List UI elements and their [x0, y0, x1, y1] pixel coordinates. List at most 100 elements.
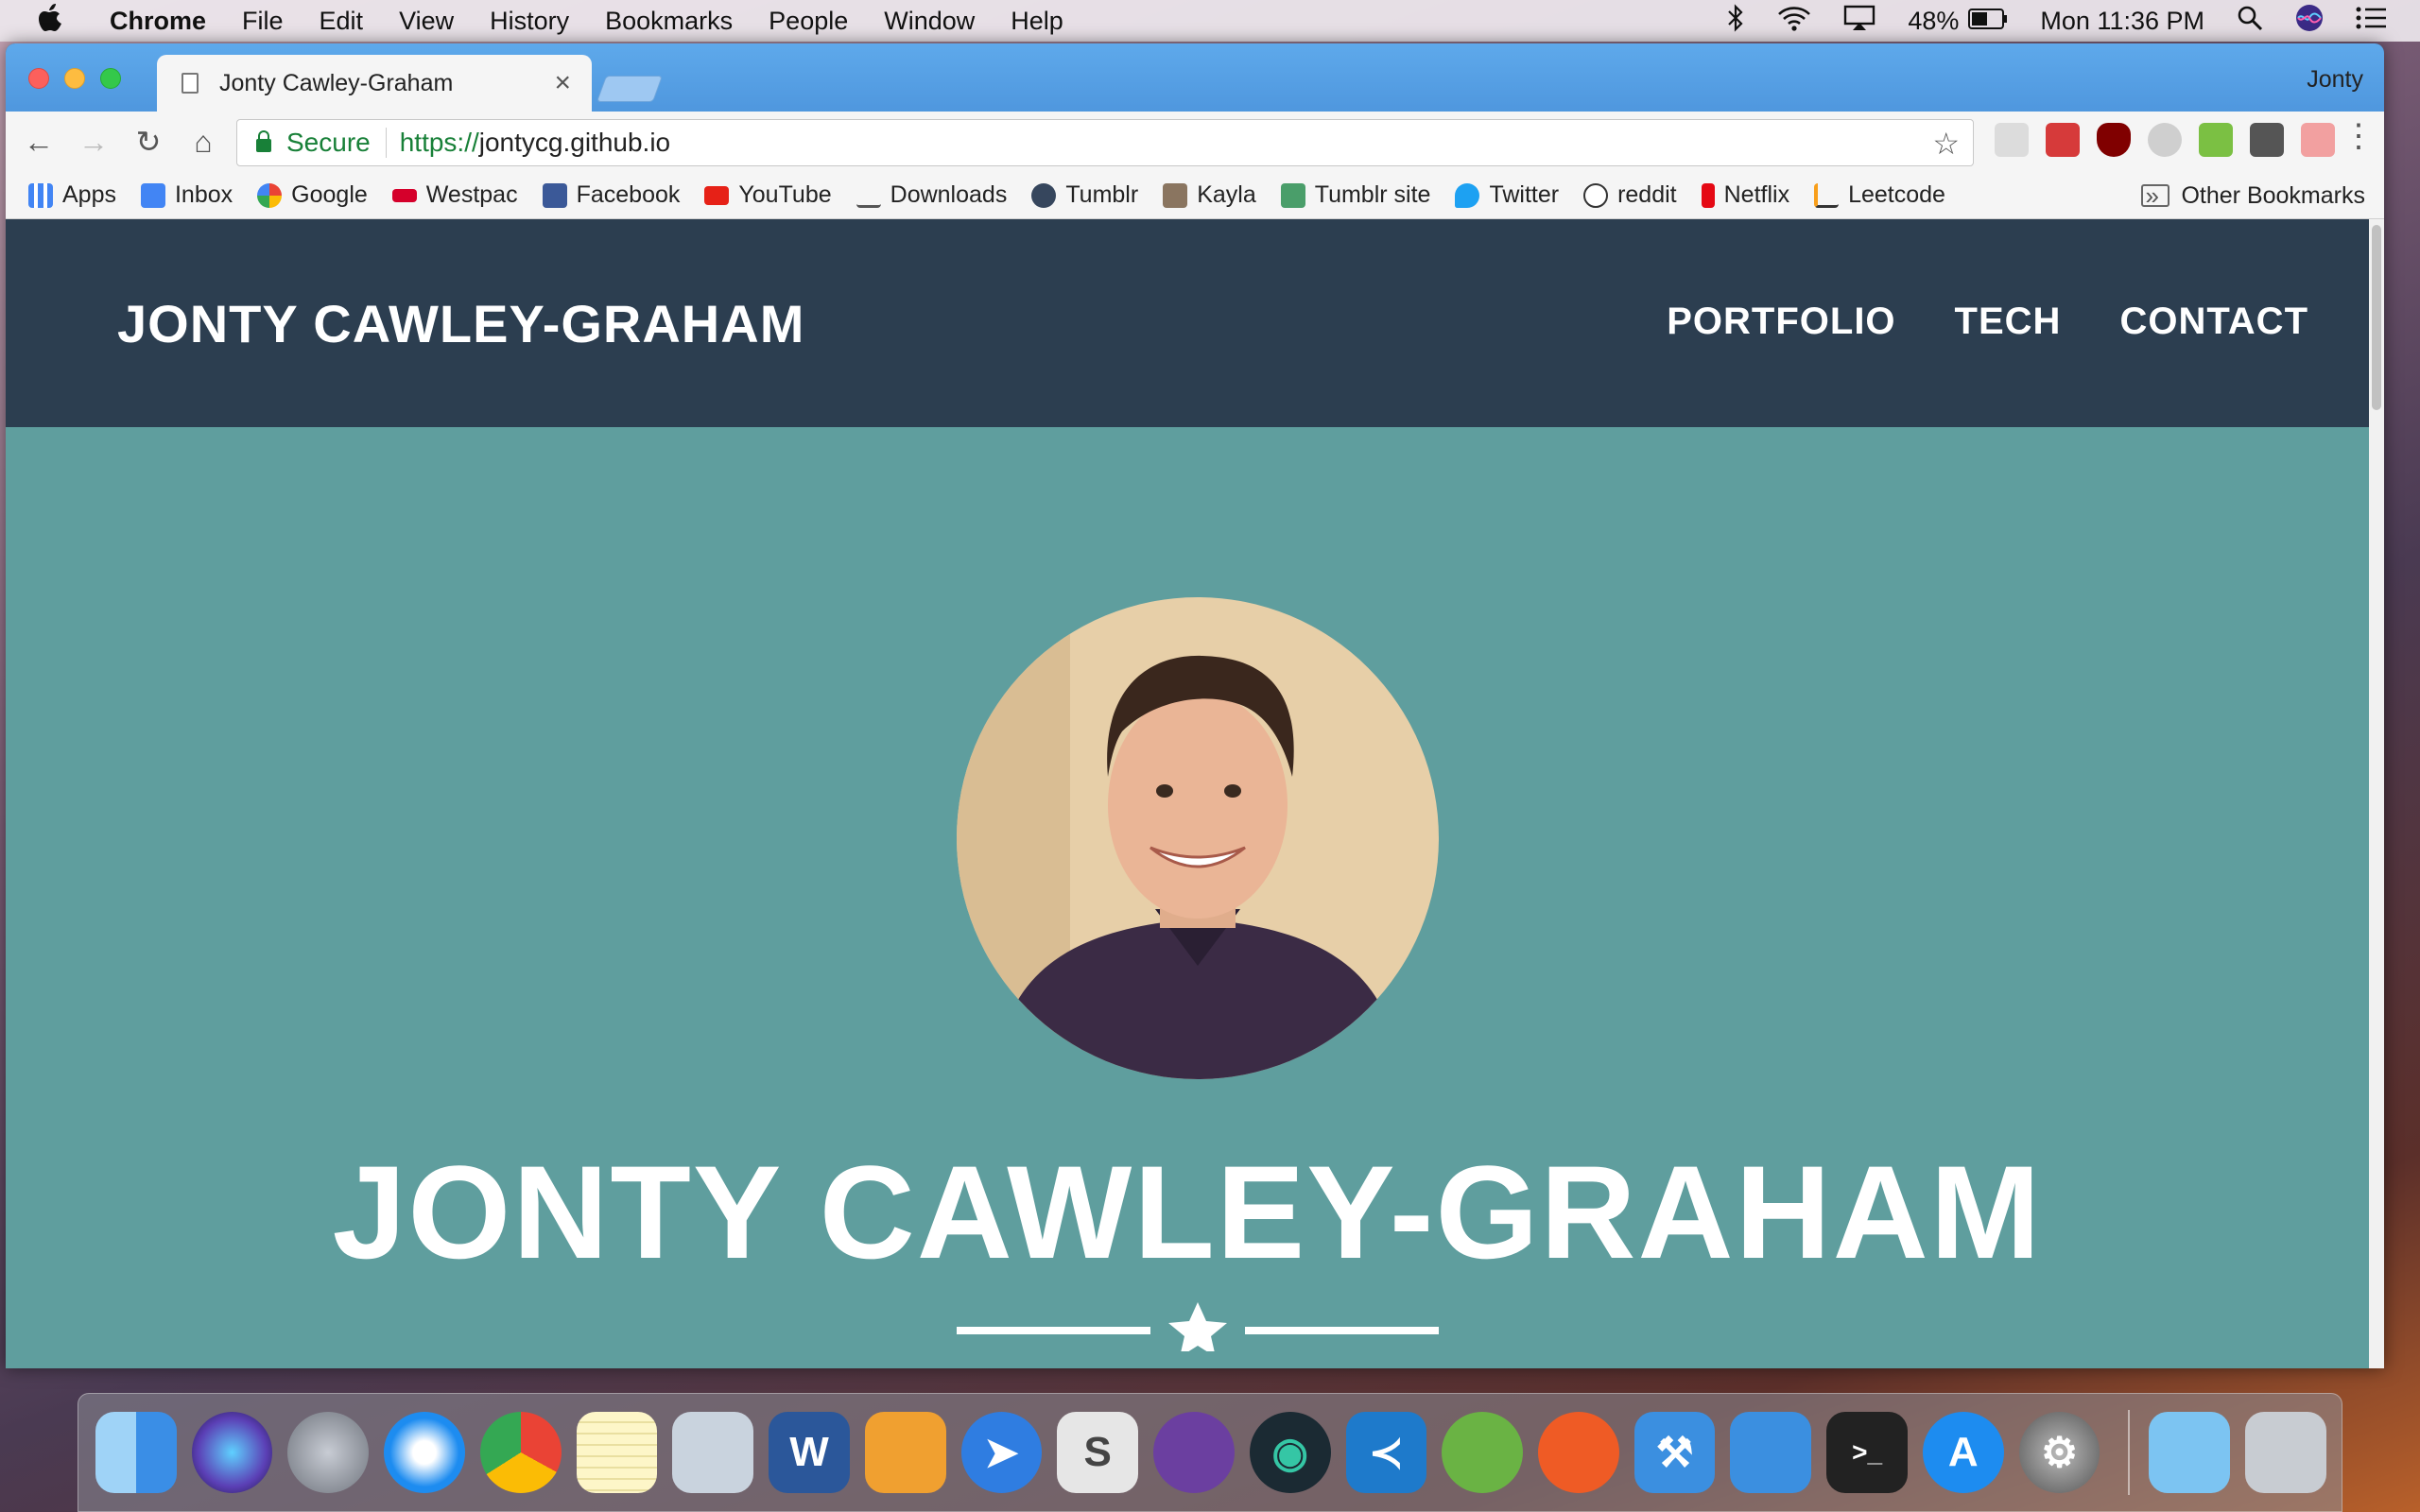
forward-icon[interactable]: →	[72, 125, 115, 160]
home-icon[interactable]: ⌂	[182, 125, 225, 160]
spotlight-search-icon[interactable]	[2237, 5, 2263, 38]
profile-button[interactable]: Jonty	[2307, 66, 2363, 94]
page-icon	[182, 73, 199, 94]
bookmark-kayla[interactable]: Kayla	[1163, 181, 1256, 209]
site-brand[interactable]: JONTY CAWLEY-GRAHAM	[117, 293, 804, 354]
secure-label[interactable]: Secure	[286, 128, 371, 158]
bookmark-twitter[interactable]: Twitter	[1455, 181, 1559, 209]
battery-icon[interactable]	[1968, 7, 2008, 36]
new-tab-button[interactable]	[596, 76, 664, 102]
bookmark-apps[interactable]: Apps	[28, 181, 116, 209]
green-extension-icon[interactable]	[2199, 123, 2233, 157]
menu-app-name[interactable]: Chrome	[110, 7, 206, 36]
tumblr-icon	[1031, 182, 1057, 208]
menubar-clock[interactable]: Mon 11:36 PM	[2040, 7, 2204, 36]
airplay-icon[interactable]	[1843, 5, 1876, 38]
dock: W ➤ S ◉ ≺ ⚒ >_ A ⚙	[78, 1393, 2342, 1512]
system-preferences-icon[interactable]: ⚙	[2018, 1412, 2100, 1493]
siri-icon[interactable]	[191, 1412, 273, 1493]
pen-app-icon[interactable]	[1153, 1412, 1235, 1493]
extensions	[1995, 123, 2335, 157]
preview-icon[interactable]	[672, 1412, 754, 1493]
app-store-icon[interactable]: A	[1922, 1412, 2004, 1493]
trash-icon[interactable]	[2245, 1412, 2326, 1493]
chrome-icon[interactable]	[479, 1412, 562, 1493]
folder-icon	[2141, 184, 2170, 207]
bookmarks-bar: Apps Inbox Google Westpac Facebook YouTu…	[6, 172, 2384, 219]
lastpass-extension-icon[interactable]	[2046, 123, 2080, 157]
youtube-icon	[704, 185, 730, 205]
bookmark-westpac[interactable]: Westpac	[391, 181, 518, 209]
close-tab-icon[interactable]: ×	[554, 67, 571, 99]
url-scheme[interactable]: https://	[400, 128, 479, 158]
bookmark-netflix[interactable]: Netflix	[1701, 181, 1789, 209]
ublock-extension-icon[interactable]	[2097, 123, 2131, 157]
bookmark-inbox[interactable]: Inbox	[140, 181, 233, 209]
battery-percent[interactable]: 48%	[1908, 7, 1959, 36]
menu-window[interactable]: Window	[884, 7, 975, 36]
bookmark-tumblr-site[interactable]: Tumblr site	[1280, 181, 1430, 209]
zoom-window-button[interactable]	[100, 68, 121, 89]
tab-title: Jonty Cawley-Graham	[219, 69, 454, 96]
bluetooth-icon[interactable]	[1726, 3, 1745, 39]
menu-view[interactable]: View	[399, 7, 454, 36]
gitkraken-icon[interactable]: ◉	[1249, 1412, 1331, 1493]
bookmark-leetcode[interactable]: Leetcode	[1814, 181, 1945, 209]
back-icon[interactable]: ←	[17, 125, 60, 160]
xcode-icon[interactable]: ⚒	[1634, 1412, 1716, 1493]
minimize-window-button[interactable]	[64, 68, 85, 89]
tab-active[interactable]: Jonty Cawley-Graham ×	[157, 55, 592, 112]
pocket-extension-icon[interactable]	[2250, 123, 2284, 157]
bookmark-star-icon[interactable]: ☆	[1932, 126, 1960, 162]
folder-icon[interactable]	[2149, 1412, 2231, 1493]
bookmark-reddit[interactable]: reddit	[1583, 181, 1677, 209]
simulator-icon[interactable]	[1730, 1412, 1812, 1493]
word-icon[interactable]: W	[769, 1412, 850, 1493]
menu-history[interactable]: History	[490, 7, 569, 36]
nav-contact[interactable]: CONTACT	[2119, 301, 2308, 343]
other-bookmarks[interactable]: Other Bookmarks	[2141, 172, 2365, 219]
menu-file[interactable]: File	[242, 7, 284, 36]
bookmark-tumblr[interactable]: Tumblr	[1031, 181, 1138, 209]
bookmark-downloads[interactable]: Downloads	[856, 181, 1007, 209]
menu-edit[interactable]: Edit	[320, 7, 364, 36]
reload-icon[interactable]: ↻	[127, 124, 170, 160]
css-extension-icon[interactable]	[1995, 123, 2029, 157]
address-bar[interactable]: Secure https://jontycg.github.io ☆	[236, 119, 1974, 166]
launchpad-icon[interactable]	[287, 1412, 370, 1493]
siri-menu-icon[interactable]	[2295, 4, 2324, 39]
vscode-icon[interactable]: ≺	[1345, 1412, 1427, 1493]
nav-tech[interactable]: TECH	[1955, 301, 2062, 343]
apple-icon[interactable]	[38, 3, 68, 40]
notes-icon[interactable]	[576, 1412, 658, 1493]
url-host[interactable]: jontycg.github.io	[479, 128, 670, 158]
slack-icon[interactable]: S	[1057, 1412, 1139, 1493]
inbox-icon	[140, 182, 165, 208]
bookmark-google[interactable]: Google	[257, 181, 368, 209]
chrome-menu-icon[interactable]: ⋮	[2342, 117, 2375, 155]
postman-icon[interactable]	[1538, 1412, 1619, 1493]
red-extension-icon[interactable]	[2301, 123, 2335, 157]
terminal-icon[interactable]: >_	[1826, 1412, 1908, 1493]
lock-icon[interactable]	[256, 130, 271, 152]
reddit-icon	[1583, 182, 1609, 208]
safari-icon[interactable]	[384, 1412, 465, 1493]
profile-photo	[957, 597, 1439, 1079]
scrollbar-thumb[interactable]	[2372, 225, 2381, 410]
android-studio-icon[interactable]	[1442, 1412, 1524, 1493]
menu-bookmarks[interactable]: Bookmarks	[605, 7, 733, 36]
bookmark-youtube[interactable]: YouTube	[704, 181, 832, 209]
wifi-icon[interactable]	[1777, 5, 1811, 38]
menu-people[interactable]: People	[769, 7, 848, 36]
nav-portfolio[interactable]: PORTFOLIO	[1667, 301, 1895, 343]
grey-extension-icon[interactable]	[2148, 123, 2182, 157]
pages-icon[interactable]	[864, 1412, 946, 1493]
finder-icon[interactable]	[95, 1412, 177, 1493]
close-window-button[interactable]	[28, 68, 49, 89]
menu-help[interactable]: Help	[1011, 7, 1063, 36]
star-divider	[957, 1295, 1439, 1357]
bookmark-facebook[interactable]: Facebook	[542, 181, 680, 209]
notification-center-icon[interactable]	[2356, 6, 2388, 37]
page-scrollbar[interactable]	[2369, 219, 2384, 1368]
spark-icon[interactable]: ➤	[960, 1412, 1043, 1493]
